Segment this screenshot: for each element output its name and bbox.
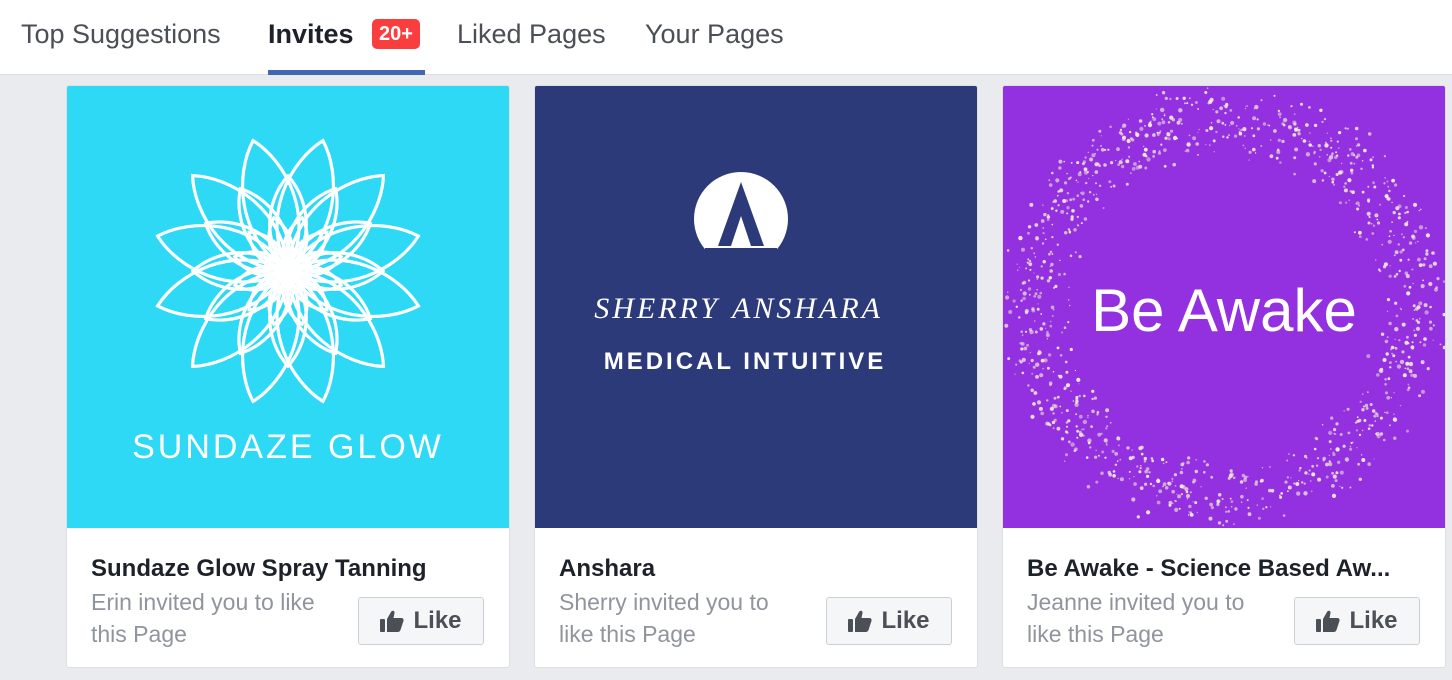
like-button[interactable]: Like [826, 597, 952, 645]
page-name-link[interactable]: Anshara [559, 555, 959, 583]
like-button[interactable]: Like [1294, 597, 1420, 645]
invites-count-badge: 20+ [372, 19, 420, 49]
page-card-info: Sundaze Glow Spray Tanning Erin invited … [67, 528, 509, 667]
page-card-anshara: SHERRY ANSHARA MEDICAL INTUITIVE Anshara… [534, 85, 978, 668]
page-card-info: Anshara Sherry invited you to like this … [535, 528, 977, 667]
page-card-sundaze-glow: SUNDAZE GLOW Sundaze Glow Spray Tanning … [66, 85, 510, 668]
tab-invites[interactable]: Invites 20+ [268, 0, 425, 75]
page-name-link[interactable]: Sundaze Glow Spray Tanning [91, 555, 491, 583]
tab-your-pages[interactable]: Your Pages [645, 0, 784, 75]
invite-text: Sherry invited you to like this Page [559, 589, 769, 647]
like-button-label: Like [413, 607, 462, 634]
invite-text: Erin invited you to like this Page [91, 589, 315, 647]
page-card-info: Be Awake - Science Based Aw... Jeanne in… [1003, 528, 1445, 667]
cover-logo-sub: MEDICAL INTUITIVE [604, 348, 887, 375]
tab-liked-pages[interactable]: Liked Pages [457, 0, 606, 75]
thumbs-up-icon [848, 610, 873, 632]
letter-a-circle-icon [694, 172, 788, 270]
cover-logo-text: SUNDAZE GLOW [132, 428, 444, 466]
cover-logo-left: SHERRY [594, 292, 720, 325]
like-button-label: Like [1349, 607, 1398, 634]
tab-top-suggestions[interactable]: Top Suggestions [21, 0, 221, 75]
thumbs-up-icon [1316, 610, 1341, 632]
cover-logo-right: ANSHARA [730, 292, 883, 325]
page-cover-image[interactable]: SUNDAZE GLOW [67, 86, 509, 528]
cover-logo-text: Be Awake [1091, 277, 1357, 344]
like-button[interactable]: Like [358, 597, 484, 645]
page-tabs: Top Suggestions Invites 20+ Liked Pages … [0, 0, 1452, 75]
invite-text: Jeanne invited you to like this Page [1027, 589, 1245, 647]
page-name-link[interactable]: Be Awake - Science Based Aw... [1027, 555, 1427, 583]
page-card-be-awake: Be Awake Be Awake - Science Based Aw... … [1002, 85, 1446, 668]
page-cover-image[interactable]: Be Awake [1003, 86, 1445, 528]
lotus-mandala-icon [155, 138, 421, 404]
like-button-label: Like [881, 607, 930, 634]
tab-invites-label: Invites [268, 19, 354, 49]
page-cover-image[interactable]: SHERRY ANSHARA MEDICAL INTUITIVE [535, 86, 977, 528]
thumbs-up-icon [380, 610, 405, 632]
